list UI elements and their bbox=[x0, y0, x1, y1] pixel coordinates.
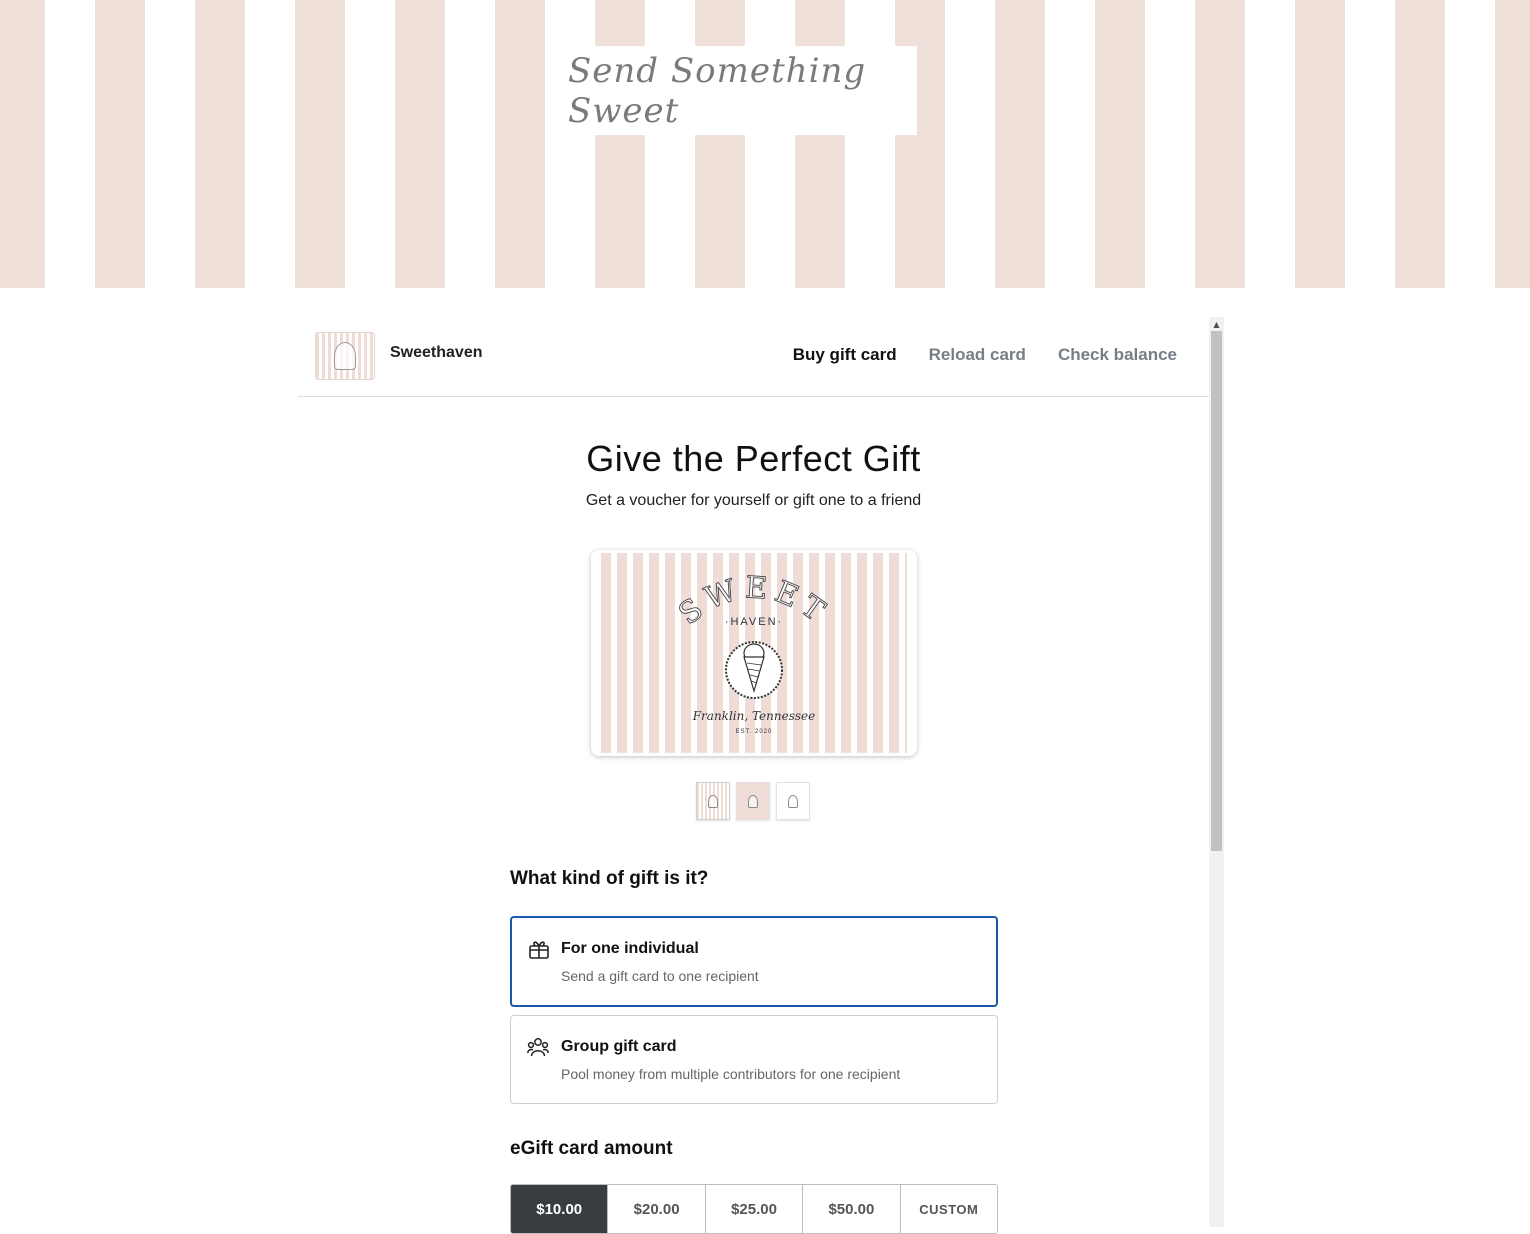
amount-option-custom[interactable]: CUSTOM bbox=[900, 1185, 997, 1233]
design-thumb-2[interactable] bbox=[736, 782, 770, 820]
page-title: Give the Perfect Gift bbox=[586, 438, 921, 479]
amount-option-10[interactable]: $10.00 bbox=[511, 1185, 609, 1233]
logo-est-text: EST. 2020 bbox=[736, 729, 773, 735]
logo-emblem-icon bbox=[334, 342, 356, 370]
brand-logo bbox=[315, 332, 375, 380]
card-stripes: SWEET ·HAVEN· Franklin, Tennessee EST. 2… bbox=[601, 553, 907, 753]
hero-banner: Send Something Sweet bbox=[0, 0, 1530, 288]
logo-emblem-icon bbox=[788, 794, 798, 808]
scroll-up-arrow-icon[interactable]: ▲ bbox=[1209, 317, 1224, 331]
amount-heading: eGift card amount bbox=[510, 1138, 673, 1159]
scrollbar[interactable]: ▲ bbox=[1209, 317, 1224, 1227]
amount-option-20[interactable]: $20.00 bbox=[608, 1185, 706, 1233]
option-group[interactable]: Group gift card Pool money from multiple… bbox=[510, 1015, 998, 1104]
amount-option-50[interactable]: $50.00 bbox=[803, 1185, 901, 1233]
hero-title-box: Send Something Sweet bbox=[568, 46, 917, 135]
design-thumb-1[interactable] bbox=[696, 782, 730, 820]
brand-name: Sweethaven bbox=[390, 344, 483, 361]
amount-option-25[interactable]: $25.00 bbox=[705, 1185, 804, 1233]
option-individual-title: For one individual bbox=[561, 940, 699, 957]
design-thumb-3[interactable] bbox=[776, 782, 810, 820]
gift-icon bbox=[529, 941, 549, 959]
option-individual[interactable]: For one individual Send a gift card to o… bbox=[510, 916, 998, 1007]
nav-check-balance[interactable]: Check balance bbox=[1058, 345, 1177, 365]
nav-reload-card[interactable]: Reload card bbox=[929, 345, 1026, 365]
logo-mid-text: ·HAVEN· bbox=[725, 616, 783, 628]
hero-title: Send Something Sweet bbox=[568, 50, 867, 131]
gift-card-preview: SWEET ·HAVEN· Franklin, Tennessee EST. 2… bbox=[591, 550, 917, 756]
card-design-thumbnails bbox=[696, 782, 810, 820]
site-header: Sweethaven Buy gift card Reload card Che… bbox=[298, 317, 1209, 397]
scroll-thumb[interactable] bbox=[1211, 331, 1222, 851]
header-nav: Buy gift card Reload card Check balance bbox=[793, 345, 1177, 365]
logo-script-text: Franklin, Tennessee bbox=[692, 709, 816, 723]
nav-buy-gift-card[interactable]: Buy gift card bbox=[793, 345, 897, 365]
page-subtitle: Get a voucher for yourself or gift one t… bbox=[585, 492, 922, 509]
gift-type-heading: What kind of gift is it? bbox=[510, 868, 709, 889]
group-icon bbox=[527, 1038, 549, 1057]
option-group-desc: Pool money from multiple contributors fo… bbox=[561, 1066, 901, 1082]
option-individual-desc: Send a gift card to one recipient bbox=[561, 968, 759, 984]
sweethaven-logo: SWEET ·HAVEN· Franklin, Tennessee EST. 2… bbox=[672, 570, 830, 735]
option-group-title: Group gift card bbox=[561, 1038, 677, 1055]
logo-emblem-icon bbox=[748, 794, 758, 808]
logo-emblem-icon bbox=[708, 794, 718, 808]
